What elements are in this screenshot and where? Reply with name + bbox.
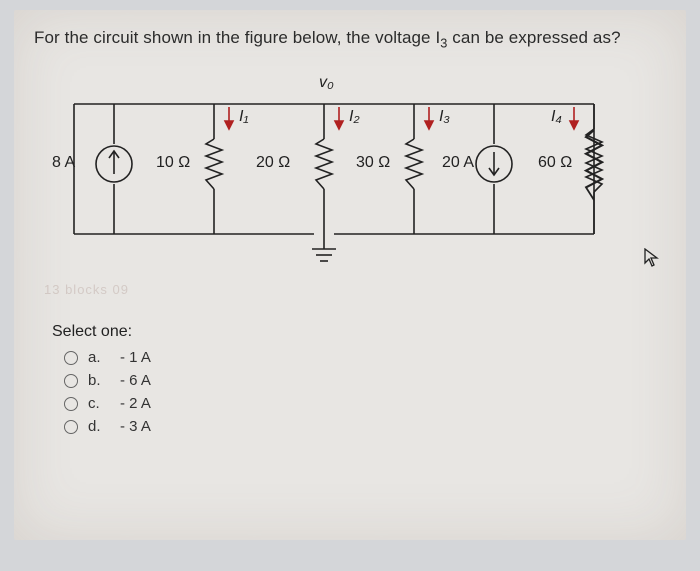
label-r2: 20 Ω xyxy=(256,154,290,172)
watermark-text: 13 blocks 09 xyxy=(44,282,666,297)
option-d[interactable]: d. - 3 A xyxy=(64,418,666,435)
radio-icon xyxy=(64,374,78,388)
option-a[interactable]: a. - 1 A xyxy=(64,349,666,366)
option-letter: c. xyxy=(88,395,110,412)
option-letter: d. xyxy=(88,418,110,435)
question-text: For the circuit shown in the figure belo… xyxy=(34,28,666,50)
option-letter: b. xyxy=(88,372,110,389)
label-r4: 60 Ω xyxy=(538,154,572,172)
option-b[interactable]: b. - 6 A xyxy=(64,372,666,389)
option-letter: a. xyxy=(88,349,110,366)
radio-icon xyxy=(64,397,78,411)
question-suffix: can be expressed as? xyxy=(447,28,620,47)
option-text: - 2 A xyxy=(120,395,151,412)
label-src2: 20 A xyxy=(442,154,474,172)
label-i1: I₁ xyxy=(239,108,249,126)
options-group: a. - 1 A b. - 6 A c. - 2 A d. - 3 A xyxy=(64,349,666,435)
label-src1: 8 A xyxy=(52,154,75,172)
option-c[interactable]: c. - 2 A xyxy=(64,395,666,412)
label-i4: I₄ xyxy=(551,108,562,126)
radio-icon xyxy=(64,420,78,434)
radio-icon xyxy=(64,351,78,365)
cursor-icon xyxy=(644,248,660,273)
label-r1: 10 Ω xyxy=(156,154,190,172)
label-r3: 30 Ω xyxy=(356,154,390,172)
option-text: - 3 A xyxy=(120,418,151,435)
question-prefix: For the circuit shown in the figure belo… xyxy=(34,28,440,47)
circuit-svg xyxy=(44,74,604,264)
circuit-figure: v₀ I₁ I₂ I₃ I₄ 8 A 10 Ω 20 Ω 30 Ω 20 A 6… xyxy=(44,74,604,264)
question-card: For the circuit shown in the figure belo… xyxy=(14,10,686,540)
label-i3: I₃ xyxy=(439,108,450,126)
label-v0: v₀ xyxy=(319,74,334,92)
option-text: - 6 A xyxy=(120,372,151,389)
label-i2: I₂ xyxy=(349,108,360,126)
select-one-label: Select one: xyxy=(52,323,666,341)
option-text: - 1 A xyxy=(120,349,151,366)
